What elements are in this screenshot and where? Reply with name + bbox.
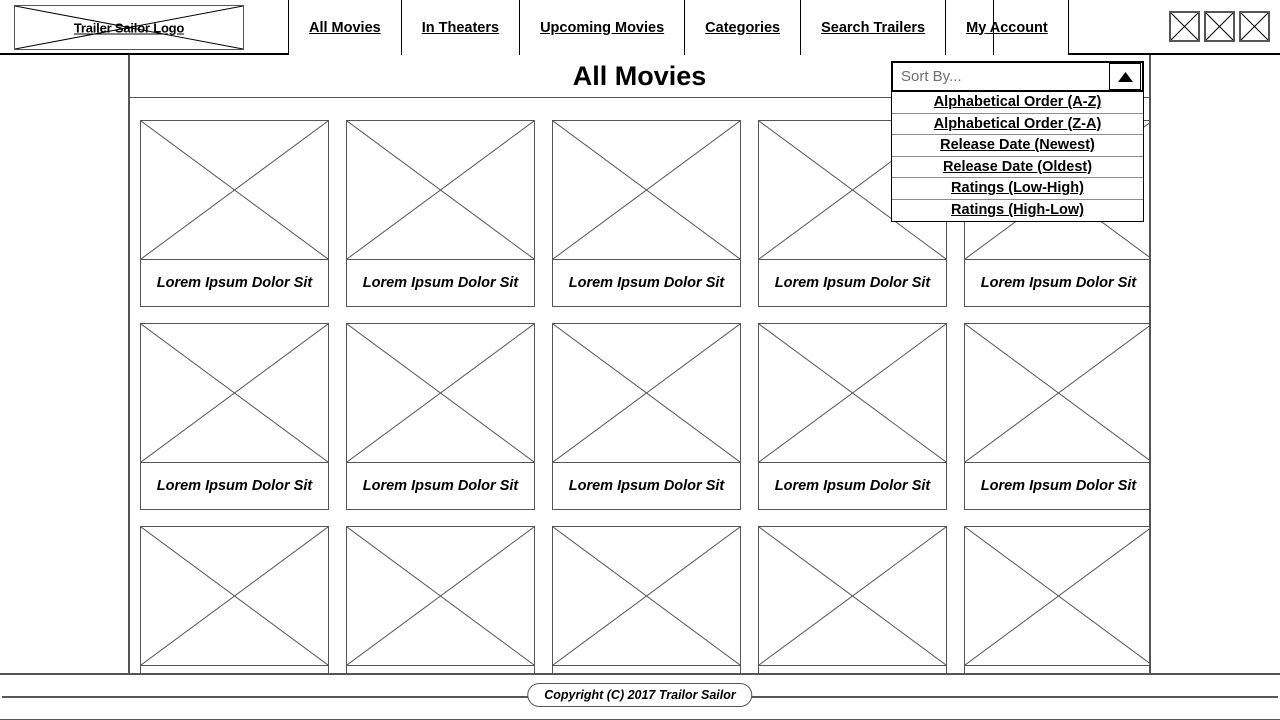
x-cross-icon — [1206, 13, 1233, 40]
movie-card-title: Lorem Ipsum Dolor Sit — [346, 666, 535, 673]
movie-card-title: Lorem Ipsum Dolor Sit — [552, 260, 741, 307]
movie-card[interactable]: Lorem Ipsum Dolor Sit — [140, 526, 329, 673]
nav-item-categories[interactable]: Categories — [684, 0, 802, 55]
image-placeholder-x-icon — [965, 324, 1151, 462]
site-footer: Copyright (C) 2017 Trailor Sailor — [0, 673, 1280, 720]
image-placeholder-x-icon — [347, 527, 534, 665]
movie-card[interactable]: Lorem Ipsum Dolor Sit — [964, 323, 1151, 510]
movie-thumbnail — [964, 323, 1151, 463]
movie-card-title: Lorem Ipsum Dolor Sit — [964, 666, 1149, 673]
movie-card-title: Lorem Ipsum Dolor Sit — [964, 463, 1149, 510]
image-placeholder-x-icon — [553, 121, 740, 259]
sort-option-release-date-newest[interactable]: Release Date (Newest) — [892, 135, 1143, 157]
movie-card-title: Lorem Ipsum Dolor Sit — [552, 666, 741, 673]
header-icon-group — [1169, 11, 1270, 42]
movie-card-title: Lorem Ipsum Dolor Sit — [346, 463, 535, 510]
nav-item-in-theaters[interactable]: In Theaters — [400, 0, 521, 55]
image-placeholder-x-icon — [553, 324, 740, 462]
image-placeholder-x-icon — [965, 527, 1151, 665]
sort-option-ratings-low-high[interactable]: Ratings (Low-High) — [892, 178, 1143, 200]
movie-thumbnail — [552, 323, 741, 463]
movie-card-title: Lorem Ipsum Dolor Sit — [140, 260, 329, 307]
movie-thumbnail — [140, 323, 329, 463]
movie-card-title: Lorem Ipsum Dolor Sit — [346, 260, 535, 307]
movie-card[interactable]: Lorem Ipsum Dolor Sit — [346, 323, 535, 510]
site-logo-label: Trailer Sailor Logo — [73, 20, 185, 35]
nav-item-upcoming-movies[interactable]: Upcoming Movies — [519, 0, 686, 55]
x-cross-icon — [1241, 13, 1268, 40]
placeholder-box-icon-2[interactable] — [1204, 11, 1235, 42]
image-placeholder-x-icon — [759, 324, 946, 462]
sort-option-alphabetical-za[interactable]: Alphabetical Order (Z-A) — [892, 113, 1143, 135]
movie-card[interactable]: Lorem Ipsum Dolor Sit — [964, 526, 1151, 673]
movie-thumbnail — [758, 323, 947, 463]
sort-option-ratings-high-low[interactable]: Ratings (High-Low) — [892, 199, 1143, 221]
movie-thumbnail — [140, 526, 329, 666]
triangle-up-icon[interactable] — [1109, 63, 1141, 90]
placeholder-box-icon-3[interactable] — [1239, 11, 1270, 42]
movie-card[interactable]: Lorem Ipsum Dolor Sit — [346, 120, 535, 307]
movie-thumbnail — [346, 526, 535, 666]
movie-grid-row: Lorem Ipsum Dolor Sit Lorem Ipsum Dolor … — [140, 323, 1149, 510]
image-placeholder-x-icon — [759, 527, 946, 665]
movie-thumbnail — [552, 120, 741, 260]
movie-card[interactable]: Lorem Ipsum Dolor Sit — [140, 323, 329, 510]
movie-card-title: Lorem Ipsum Dolor Sit — [758, 666, 947, 673]
movie-thumbnail — [140, 120, 329, 260]
nav-item-search-trailers[interactable]: Search Trailers — [800, 0, 947, 55]
movie-card-title: Lorem Ipsum Dolor Sit — [552, 463, 741, 510]
site-logo[interactable]: Trailer Sailor Logo — [14, 5, 244, 50]
movie-card[interactable]: Lorem Ipsum Dolor Sit — [552, 526, 741, 673]
sort-by-dropdown: Sort By... Alphabetical Order (A-Z) Alph… — [891, 61, 1144, 222]
sort-option-release-date-oldest[interactable]: Release Date (Oldest) — [892, 156, 1143, 178]
sort-by-placeholder: Sort By... — [901, 68, 962, 85]
movie-card[interactable]: Lorem Ipsum Dolor Sit — [140, 120, 329, 307]
movie-card-title: Lorem Ipsum Dolor Sit — [758, 463, 947, 510]
movie-card-title: Lorem Ipsum Dolor Sit — [140, 463, 329, 510]
movie-card[interactable]: Lorem Ipsum Dolor Sit — [552, 323, 741, 510]
header-right-region — [993, 0, 1280, 55]
placeholder-box-icon-1[interactable] — [1169, 11, 1200, 42]
movie-card[interactable]: Lorem Ipsum Dolor Sit — [758, 323, 947, 510]
main-navigation: All Movies In Theaters Upcoming Movies C… — [288, 0, 1069, 55]
image-placeholder-x-icon — [347, 324, 534, 462]
image-placeholder-x-icon — [141, 324, 328, 462]
movie-thumbnail — [758, 526, 947, 666]
image-placeholder-x-icon — [141, 121, 328, 259]
copyright-notice: Copyright (C) 2017 Trailor Sailor — [527, 683, 753, 707]
movie-card-title: Lorem Ipsum Dolor Sit — [964, 260, 1149, 307]
movie-card-title: Lorem Ipsum Dolor Sit — [758, 260, 947, 307]
image-placeholder-x-icon — [347, 121, 534, 259]
movie-grid-row: Lorem Ipsum Dolor Sit Lorem Ipsum Dolor … — [140, 526, 1149, 673]
triangle-up-glyph — [1117, 71, 1133, 82]
movie-card[interactable]: Lorem Ipsum Dolor Sit — [552, 120, 741, 307]
movie-thumbnail — [346, 323, 535, 463]
sort-by-option-list: Alphabetical Order (A-Z) Alphabetical Or… — [891, 92, 1144, 222]
image-placeholder-x-icon — [553, 527, 740, 665]
wireframe-page: Trailer Sailor Logo All Movies In Theate… — [0, 0, 1280, 720]
movie-card[interactable]: Lorem Ipsum Dolor Sit — [346, 526, 535, 673]
sort-option-alphabetical-az[interactable]: Alphabetical Order (A-Z) — [892, 92, 1143, 114]
site-header: Trailer Sailor Logo All Movies In Theate… — [0, 0, 1280, 55]
movie-thumbnail — [552, 526, 741, 666]
sort-by-select[interactable]: Sort By... — [891, 61, 1144, 92]
image-placeholder-x-icon — [141, 527, 328, 665]
movie-thumbnail — [964, 526, 1151, 666]
nav-item-all-movies[interactable]: All Movies — [288, 0, 402, 55]
movie-card[interactable]: Lorem Ipsum Dolor Sit — [758, 526, 947, 673]
movie-card-title: Lorem Ipsum Dolor Sit — [140, 666, 329, 673]
x-cross-icon — [1171, 13, 1198, 40]
movie-thumbnail — [346, 120, 535, 260]
